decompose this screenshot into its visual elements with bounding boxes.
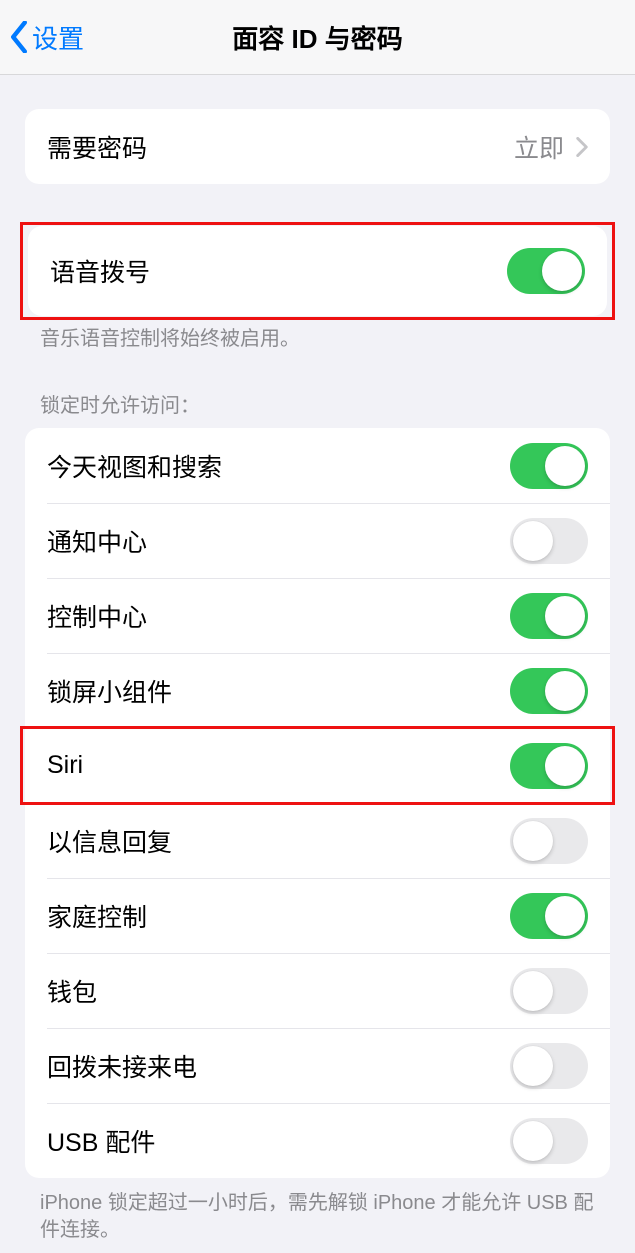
voice-dial-row: 语音拨号 <box>28 226 607 316</box>
locked-row-label: 以信息回复 <box>47 823 172 859</box>
locked-row-toggle[interactable] <box>510 443 588 489</box>
voice-dial-footer: 音乐语音控制将始终被启用。 <box>0 316 635 353</box>
locked-row-3: 锁屏小组件 <box>25 653 610 728</box>
require-passcode-value: 立即 <box>514 129 564 165</box>
locked-row-7: 钱包 <box>25 953 610 1028</box>
locked-row-toggle[interactable] <box>510 1118 588 1164</box>
locked-row-6: 家庭控制 <box>25 878 610 953</box>
locked-row-label: 回拨未接来电 <box>47 1048 197 1084</box>
locked-row-5: 以信息回复 <box>25 803 610 878</box>
page-title: 面容 ID 与密码 <box>0 19 635 56</box>
locked-row-label: 家庭控制 <box>47 898 147 934</box>
nav-header: 设置 面容 ID 与密码 <box>0 0 635 75</box>
locked-row-label: 锁屏小组件 <box>47 673 172 709</box>
locked-row-8: 回拨未接来电 <box>25 1028 610 1103</box>
locked-row-label: USB 配件 <box>47 1123 155 1159</box>
back-label: 设置 <box>32 19 84 56</box>
locked-row-label: 控制中心 <box>47 598 147 634</box>
locked-row-toggle[interactable] <box>510 893 588 939</box>
locked-row-0: 今天视图和搜索 <box>25 428 610 503</box>
require-passcode-row[interactable]: 需要密码 立即 <box>25 109 610 184</box>
usb-footer: iPhone 锁定超过一小时后，需先解锁 iPhone 才能允许 USB 配件连… <box>0 1178 635 1244</box>
locked-section-header: 锁定时允许访问： <box>0 353 635 428</box>
locked-access-group: 今天视图和搜索通知中心控制中心锁屏小组件 Siri 以信息回复家庭控制钱包回拨未接来… <box>25 428 610 1178</box>
locked-row-label: 今天视图和搜索 <box>47 448 222 484</box>
locked-row-toggle[interactable] <box>510 593 588 639</box>
chevron-left-icon <box>10 21 28 53</box>
locked-row-label: 钱包 <box>47 973 97 1009</box>
passcode-group: 需要密码 立即 <box>25 109 610 184</box>
locked-row-toggle[interactable] <box>510 1043 588 1089</box>
locked-row-2: 控制中心 <box>25 578 610 653</box>
locked-row-label: 通知中心 <box>47 523 147 559</box>
back-button[interactable]: 设置 <box>10 19 84 56</box>
locked-row-toggle[interactable] <box>510 743 588 789</box>
locked-row-9: USB 配件 <box>25 1103 610 1178</box>
voice-dial-group: 语音拨号 <box>28 226 607 316</box>
locked-row-1: 通知中心 <box>25 503 610 578</box>
locked-row-toggle[interactable] <box>510 818 588 864</box>
locked-row-4: Siri <box>25 728 610 803</box>
voice-dial-toggle[interactable] <box>507 248 585 294</box>
locked-row-toggle[interactable] <box>510 518 588 564</box>
require-passcode-label: 需要密码 <box>47 129 147 165</box>
locked-row-toggle[interactable] <box>510 668 588 714</box>
voice-dial-label: 语音拨号 <box>50 253 150 289</box>
locked-row-toggle[interactable] <box>510 968 588 1014</box>
chevron-right-icon <box>576 137 588 157</box>
locked-row-label: Siri <box>47 751 83 780</box>
